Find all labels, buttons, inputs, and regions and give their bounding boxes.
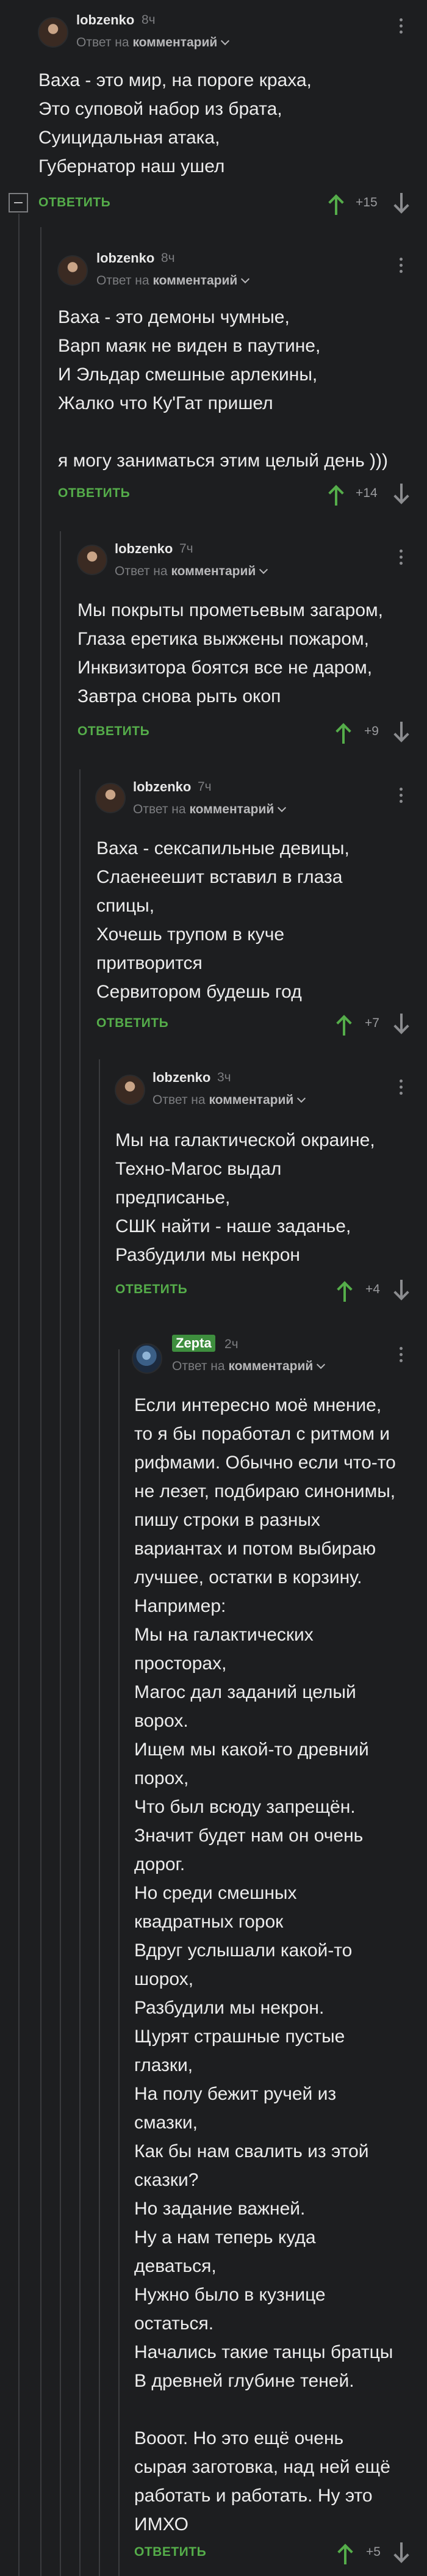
reply-to-prefix: Ответ на (76, 35, 129, 49)
comment-time: 3ч (217, 1070, 231, 1084)
thread-line (18, 214, 20, 2576)
comment-text: Мы на галактической окраине, Техно-Магос… (115, 1130, 375, 1265)
rating: +5 (366, 2545, 381, 2559)
author-name[interactable]: lobzenko (152, 1070, 210, 1086)
comment-text: Ваха - это демоны чумные, Варп маяк не в… (58, 307, 389, 471)
chevron-down-icon (221, 36, 230, 46)
author-name[interactable]: lobzenko (133, 779, 191, 795)
comment-actions: ОТВЕТИТЬ +5 (134, 2541, 417, 2566)
collapse-thread-button[interactable] (9, 193, 28, 212)
reply-to-prefix: Ответ на (152, 1093, 206, 1107)
reply-to-target[interactable]: комментарий (171, 564, 256, 578)
avatar[interactable] (38, 17, 68, 48)
chevron-down-icon (317, 1360, 326, 1370)
chevron-down-icon (297, 1094, 306, 1103)
reply-to[interactable]: Ответ на комментарий (133, 802, 287, 817)
reply-to-prefix: Ответ на (133, 802, 186, 816)
thread-line (40, 227, 41, 2576)
upvote-icon[interactable] (337, 2542, 353, 2564)
downvote-icon[interactable] (393, 484, 409, 506)
downvote-icon[interactable] (393, 193, 409, 215)
comment-text: Ваха - сексапильные девицы, Слаенеешит в… (96, 838, 350, 1002)
comment-text: Мы покрыты прометьевым загаром, Глаза ер… (77, 600, 384, 706)
more-icon[interactable] (399, 788, 403, 806)
reply-button[interactable]: ОТВЕТИТЬ (58, 486, 130, 501)
rating: +7 (365, 1016, 379, 1030)
reply-to-target[interactable]: комментарий (132, 35, 217, 49)
reply-button[interactable]: ОТВЕТИТЬ (96, 1016, 168, 1031)
reply-to-prefix: Ответ на (172, 1359, 225, 1373)
comment-actions: ОТВЕТИТЬ +14 (58, 482, 417, 507)
author-name[interactable]: lobzenko (115, 541, 173, 557)
comment-time: 7ч (179, 542, 193, 556)
chevron-down-icon (259, 565, 268, 575)
chevron-down-icon (241, 274, 250, 284)
author-name[interactable]: Zepta (172, 1335, 215, 1352)
upvote-icon[interactable] (328, 484, 344, 506)
thread-line (60, 531, 61, 2576)
rating: +9 (364, 724, 379, 738)
reply-to[interactable]: Ответ на комментарий (152, 1093, 306, 1108)
downvote-icon[interactable] (393, 1014, 409, 1036)
reply-to[interactable]: Ответ на комментарий (115, 564, 268, 579)
more-icon[interactable] (399, 550, 403, 568)
comment-text: Если интересно моё мнение, то я бы пораб… (134, 1395, 396, 2534)
reply-to-prefix: Ответ на (96, 274, 149, 288)
reply-button[interactable]: ОТВЕТИТЬ (134, 2545, 206, 2560)
more-icon[interactable] (399, 18, 403, 37)
downvote-icon[interactable] (393, 2542, 409, 2564)
thread-line (118, 1349, 120, 2576)
comment-time: 8ч (161, 251, 175, 265)
comment-time: 2ч (224, 1337, 239, 1351)
reply-button[interactable]: ОТВЕТИТЬ (77, 724, 149, 739)
comment-actions: ОТВЕТИТЬ +9 (77, 720, 417, 745)
author-name[interactable]: lobzenko (76, 12, 134, 28)
avatar[interactable] (77, 545, 107, 575)
thread-line (79, 769, 81, 2576)
upvote-icon[interactable] (336, 722, 351, 744)
reply-to-target[interactable]: комментарий (152, 274, 237, 288)
avatar[interactable] (95, 783, 126, 813)
more-icon[interactable] (399, 258, 403, 276)
reply-to-target[interactable]: комментарий (209, 1093, 293, 1107)
chevron-down-icon (278, 803, 287, 813)
comment-text: Ваха - это мир, на пороге краха, Это суп… (38, 70, 312, 176)
reply-to-target[interactable]: комментарий (228, 1359, 313, 1373)
avatar[interactable] (115, 1075, 145, 1105)
comment-time: 8ч (142, 13, 156, 27)
thread-line (99, 1059, 100, 2576)
comment-actions: ОТВЕТИТЬ +4 (115, 1279, 417, 1303)
downvote-icon[interactable] (393, 1280, 409, 1302)
reply-to-target[interactable]: комментарий (189, 802, 274, 816)
upvote-icon[interactable] (328, 193, 344, 215)
upvote-icon[interactable] (337, 1280, 353, 1302)
rating: +4 (365, 1282, 380, 1296)
more-icon[interactable] (399, 1079, 403, 1098)
comment-time: 7ч (198, 780, 212, 794)
reply-to-prefix: Ответ на (115, 564, 168, 578)
reply-to[interactable]: Ответ на комментарий (172, 1359, 326, 1374)
upvote-icon[interactable] (336, 1014, 352, 1036)
author-name[interactable]: lobzenko (96, 250, 154, 266)
avatar[interactable] (132, 1343, 162, 1374)
avatar[interactable] (57, 255, 88, 286)
comment-actions: ОТВЕТИТЬ +7 (96, 1012, 417, 1037)
comment: lobzenko 8ч Ответ на комментарий Ваха - … (0, 0, 427, 226)
reply-to[interactable]: Ответ на комментарий (76, 35, 230, 50)
reply-to[interactable]: Ответ на комментарий (96, 274, 250, 288)
rating: +14 (356, 486, 378, 500)
downvote-icon[interactable] (393, 722, 409, 744)
comment-actions: ОТВЕТИТЬ +15 (38, 192, 417, 216)
reply-button[interactable]: ОТВЕТИТЬ (115, 1282, 187, 1297)
reply-button[interactable]: ОТВЕТИТЬ (38, 195, 110, 210)
rating: +15 (356, 195, 378, 209)
more-icon[interactable] (399, 1347, 403, 1365)
